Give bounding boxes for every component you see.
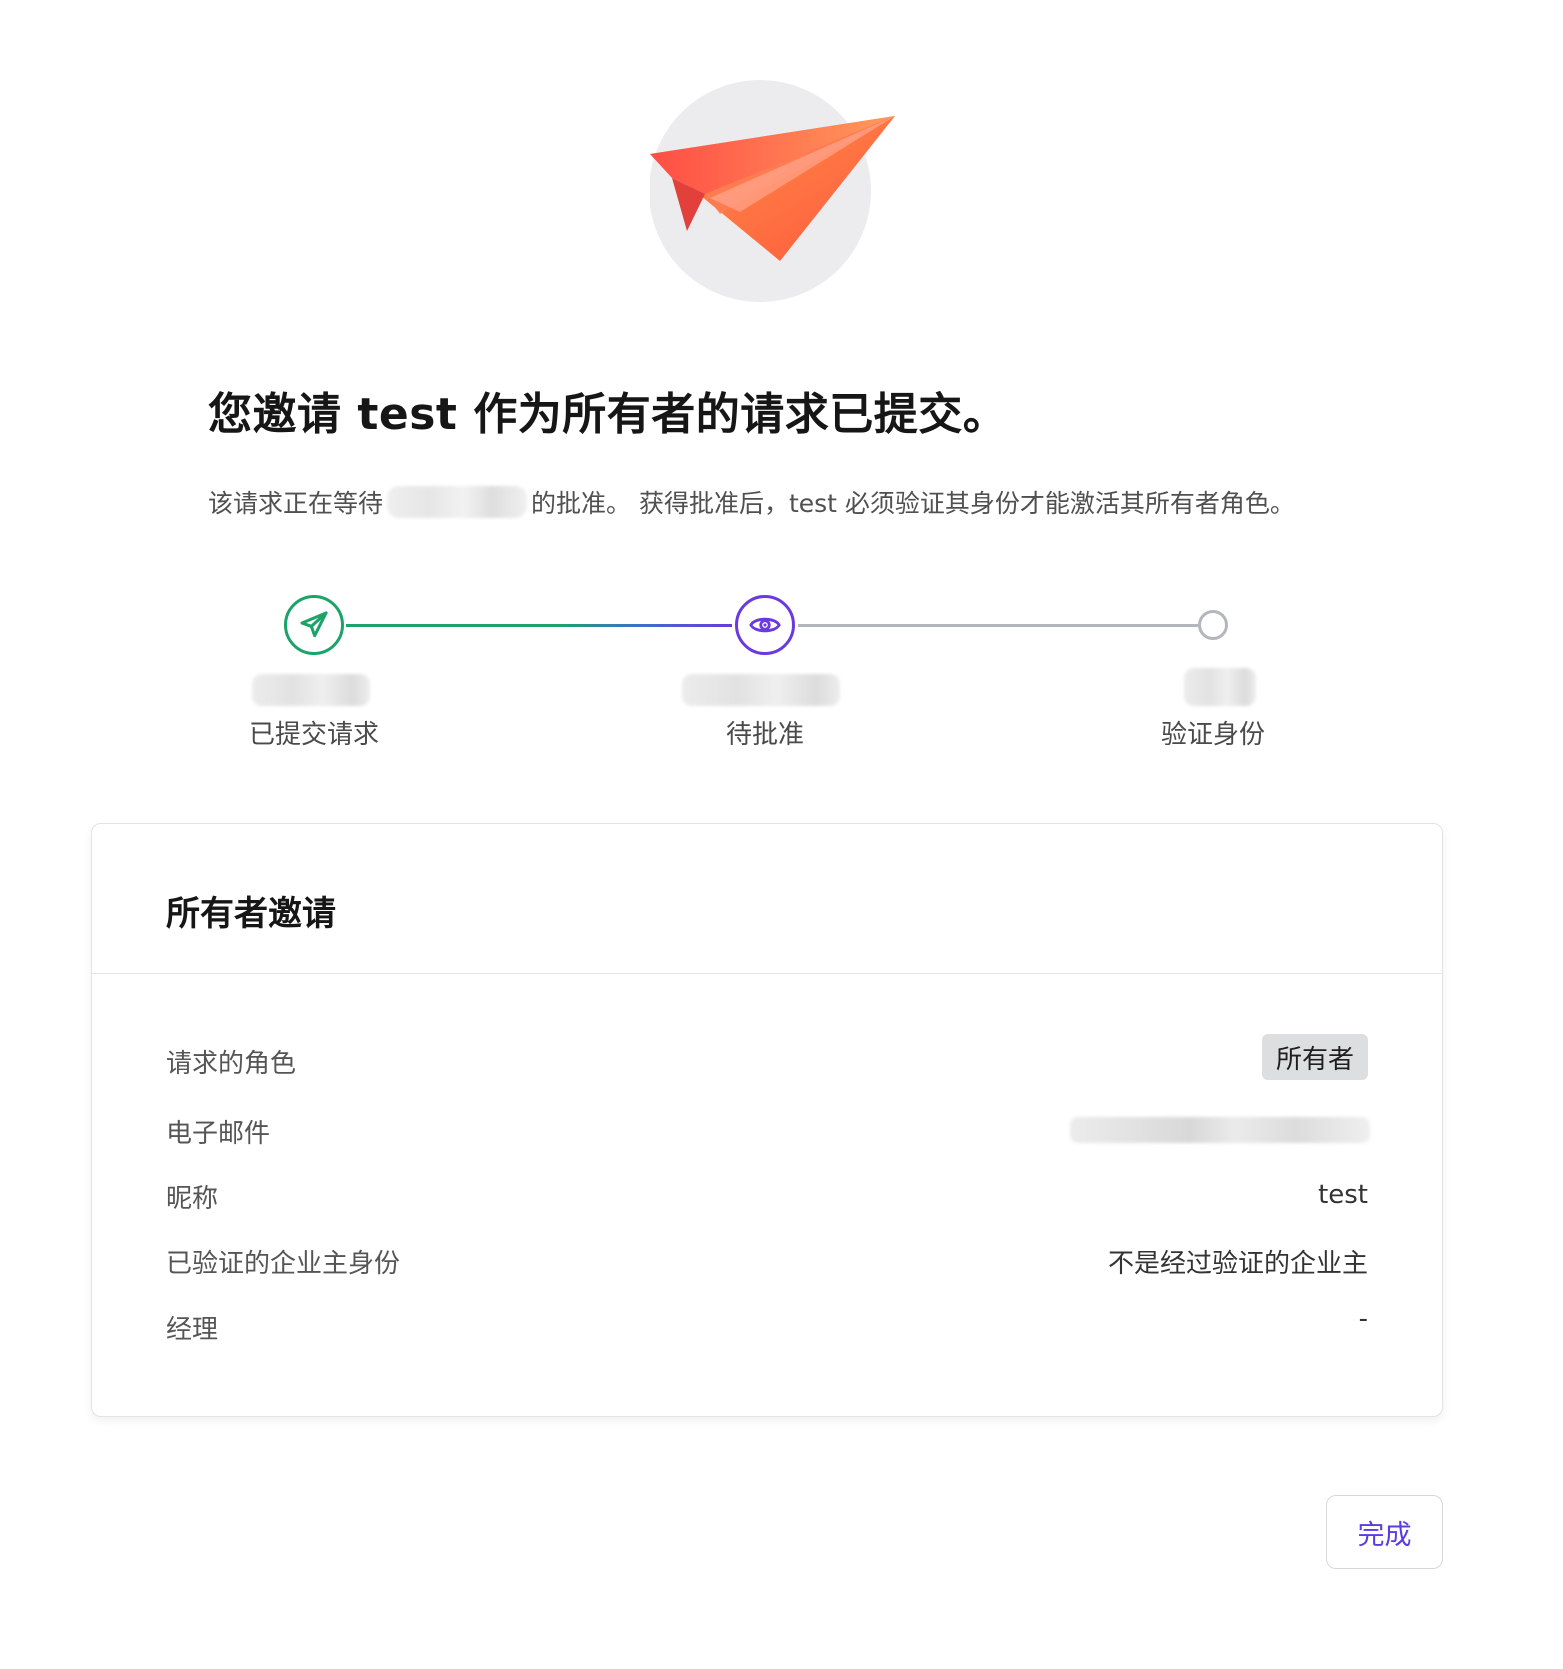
redacted-step-caption — [682, 674, 840, 706]
subtitle-text-before: 该请求正在等待 — [208, 489, 384, 518]
email-label: 电子邮件 — [166, 1119, 271, 1149]
card-title: 所有者邀请 — [166, 894, 336, 934]
step-submitted-indicator — [284, 595, 344, 655]
owner-invite-card: 所有者邀请 请求的角色 所有者 电子邮件 昵称 test 已验证的企业主身份 不… — [91, 823, 1443, 1417]
nickname-value: test — [1318, 1180, 1368, 1210]
paper-plane-icon — [650, 80, 895, 302]
redacted-step-caption — [252, 674, 370, 706]
stepper-line-pending — [798, 624, 1198, 627]
page-title: 您邀请 test 作为所有者的请求已提交。 — [208, 389, 1008, 440]
circle-icon — [1198, 610, 1228, 640]
redacted-email-value — [1070, 1117, 1370, 1143]
verified-owner-value: 不是经过验证的企业主 — [1107, 1249, 1368, 1279]
redacted-step-caption — [1184, 668, 1256, 706]
eye-icon — [749, 617, 781, 633]
nickname-label: 昵称 — [166, 1184, 219, 1214]
subtitle-text-after: 的批准。 获得批准后，test 必须验证其身份才能激活其所有者角色。 — [531, 489, 1295, 518]
paper-plane-illustration — [650, 76, 910, 306]
requested-role-label: 请求的角色 — [166, 1049, 297, 1079]
manager-label: 经理 — [166, 1315, 219, 1345]
verified-owner-label: 已验证的企业主身份 — [166, 1249, 401, 1279]
invite-submitted-page: 您邀请 test 作为所有者的请求已提交。 该请求正在等待 的批准。 获得批准后… — [0, 0, 1563, 1669]
page-subtitle: 该请求正在等待 的批准。 获得批准后，test 必须验证其身份才能激活其所有者角… — [208, 482, 1295, 522]
card-header: 所有者邀请 — [92, 824, 1442, 974]
step-label-pending-approval: 待批准 — [725, 720, 804, 750]
redacted-approver — [387, 486, 528, 518]
step-label-verify-identity: 验证身份 — [1160, 720, 1265, 750]
step-label-submitted: 已提交请求 — [248, 720, 379, 750]
progress-stepper: 已提交请求 待批准 验证身份 — [0, 590, 1563, 760]
send-icon — [300, 611, 328, 638]
manager-value: - — [1358, 1304, 1368, 1334]
role-badge: 所有者 — [1261, 1034, 1368, 1080]
step-pending-approval-indicator — [735, 595, 795, 655]
stepper-line-complete — [346, 624, 732, 627]
done-button[interactable]: 完成 — [1326, 1495, 1443, 1569]
